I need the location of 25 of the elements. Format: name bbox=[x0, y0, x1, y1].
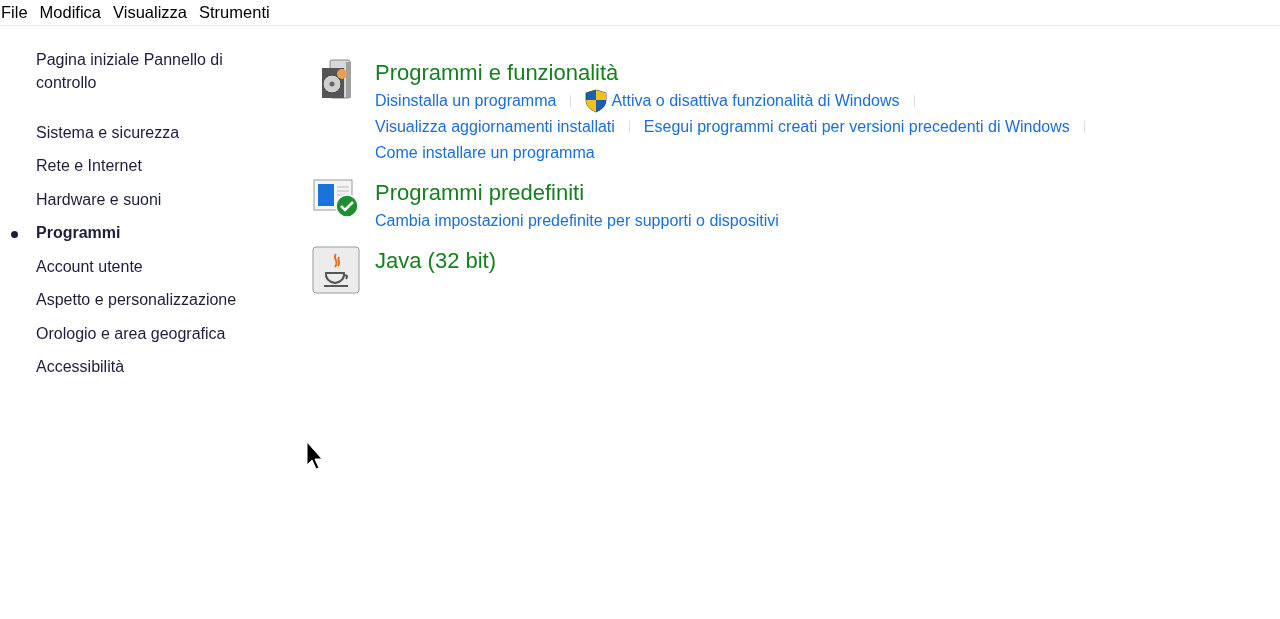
task-link[interactable]: Attiva o disattiva funzionalità di Windows bbox=[611, 92, 900, 110]
sidebar-item[interactable]: Aspetto e personalizzazione bbox=[36, 291, 237, 310]
task-link[interactable]: Esegui programmi creati per versioni precedenti di Windows bbox=[643, 118, 1070, 136]
sidebar-item[interactable]: Rete e Internet bbox=[36, 157, 142, 176]
menu-item[interactable]: Strumenti bbox=[199, 3, 276, 22]
sidebar-item[interactable]: Orologio e area geografica bbox=[36, 324, 226, 343]
menu-item[interactable]: File bbox=[1, 3, 34, 22]
default-programs-icon bbox=[313, 178, 359, 218]
sidebar-item[interactable]: Sistema e sicurezza bbox=[36, 123, 180, 142]
sidebar-item[interactable]: Accessibilità bbox=[36, 358, 125, 377]
sidebar-item[interactable]: Hardware e suoni bbox=[36, 190, 162, 209]
menu-item[interactable]: Visualizza bbox=[113, 3, 194, 22]
java-cup-icon bbox=[312, 246, 360, 294]
task-link[interactable]: Disinstalla un programma bbox=[375, 92, 557, 110]
sidebar-item[interactable]: Programmi bbox=[36, 224, 121, 243]
task-link[interactable]: Visualizza aggiornamenti installati bbox=[375, 118, 615, 136]
menu-item[interactable]: Modifica bbox=[39, 3, 108, 22]
sidebar-link[interactable]: Pagina iniziale Pannello di controllo bbox=[36, 48, 256, 94]
category-title[interactable]: Programmi predefiniti bbox=[375, 178, 779, 208]
category-title[interactable]: Programmi e funzionalità bbox=[375, 58, 1099, 88]
category-title[interactable]: Java (32 bit) bbox=[375, 246, 497, 276]
task-link[interactable]: Come installare un programma bbox=[375, 144, 595, 162]
sidebar-item[interactable]: Account utente bbox=[36, 257, 143, 276]
mouse-cursor-icon bbox=[306, 441, 324, 471]
task-link[interactable]: Cambia impostazioni predefinite per supporti o dispositivi bbox=[375, 212, 779, 230]
